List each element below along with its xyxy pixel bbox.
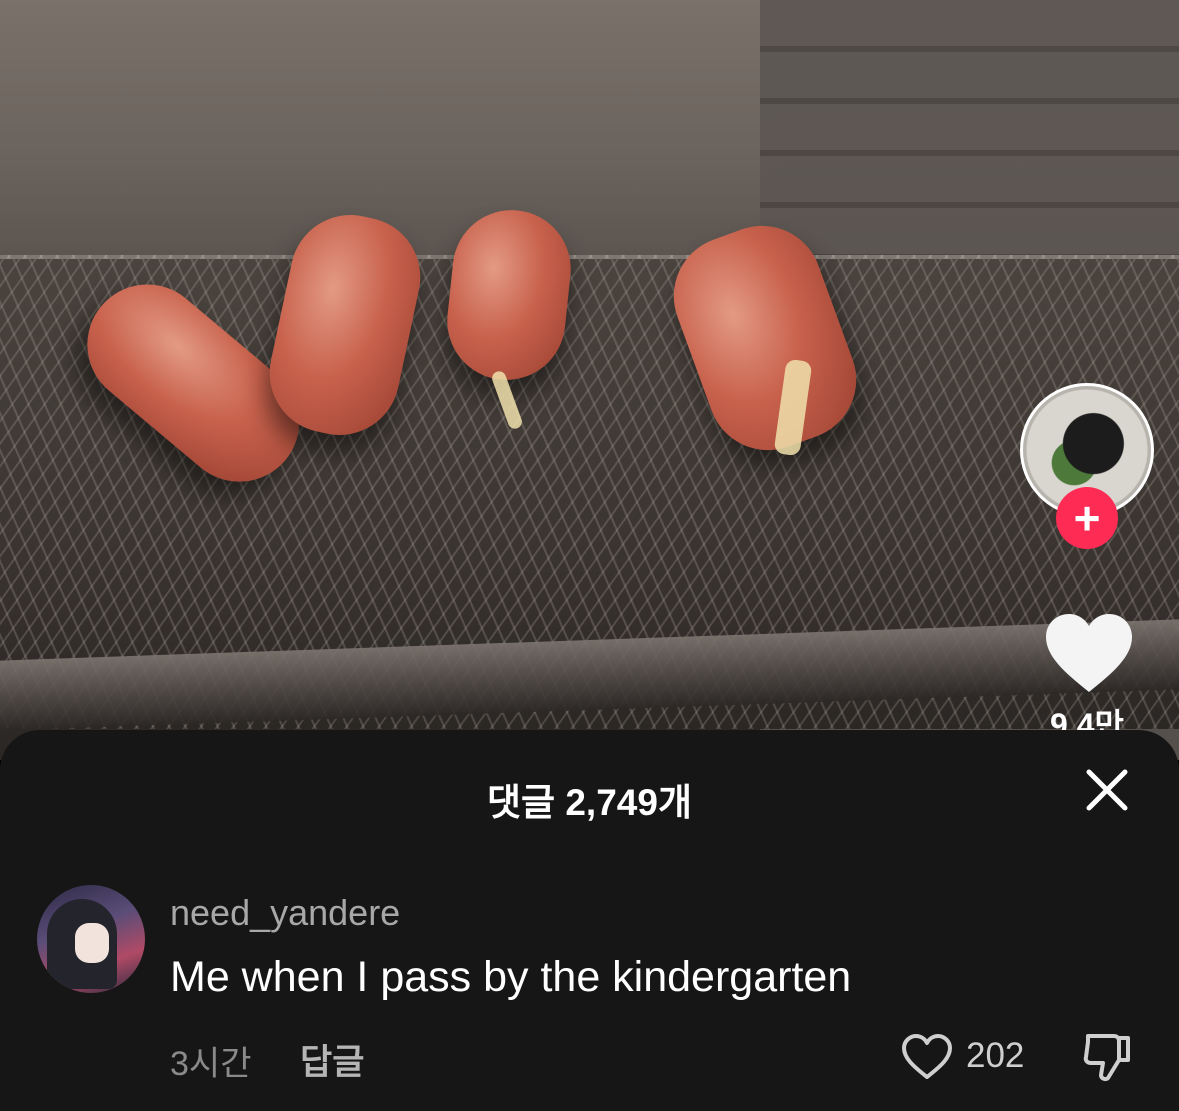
comment-text: Me when I pass by the kindergarten: [170, 953, 852, 1001]
comment-timestamp: 3시간: [170, 1045, 252, 1083]
comment-username[interactable]: need_yandere: [170, 892, 400, 934]
video-player[interactable]: [0, 0, 1179, 760]
heart-icon[interactable]: [1044, 612, 1134, 696]
comment-like-count: 202: [966, 1036, 1025, 1075]
close-icon[interactable]: [1083, 766, 1131, 814]
reply-button[interactable]: 답글: [300, 1034, 364, 1085]
heart-outline-icon[interactable]: [901, 1033, 953, 1081]
avatar-illustration: [75, 923, 109, 963]
follow-button[interactable]: +: [1056, 487, 1118, 549]
plus-icon: +: [1073, 492, 1101, 544]
thumbs-down-icon[interactable]: [1080, 1030, 1134, 1084]
comment-avatar[interactable]: [37, 885, 145, 993]
tiktok-screen: + 9.4만 댓글 2,749개 need_yandere Me when I …: [0, 0, 1179, 1111]
comments-sheet-title: 댓글 2,749개: [487, 782, 692, 823]
